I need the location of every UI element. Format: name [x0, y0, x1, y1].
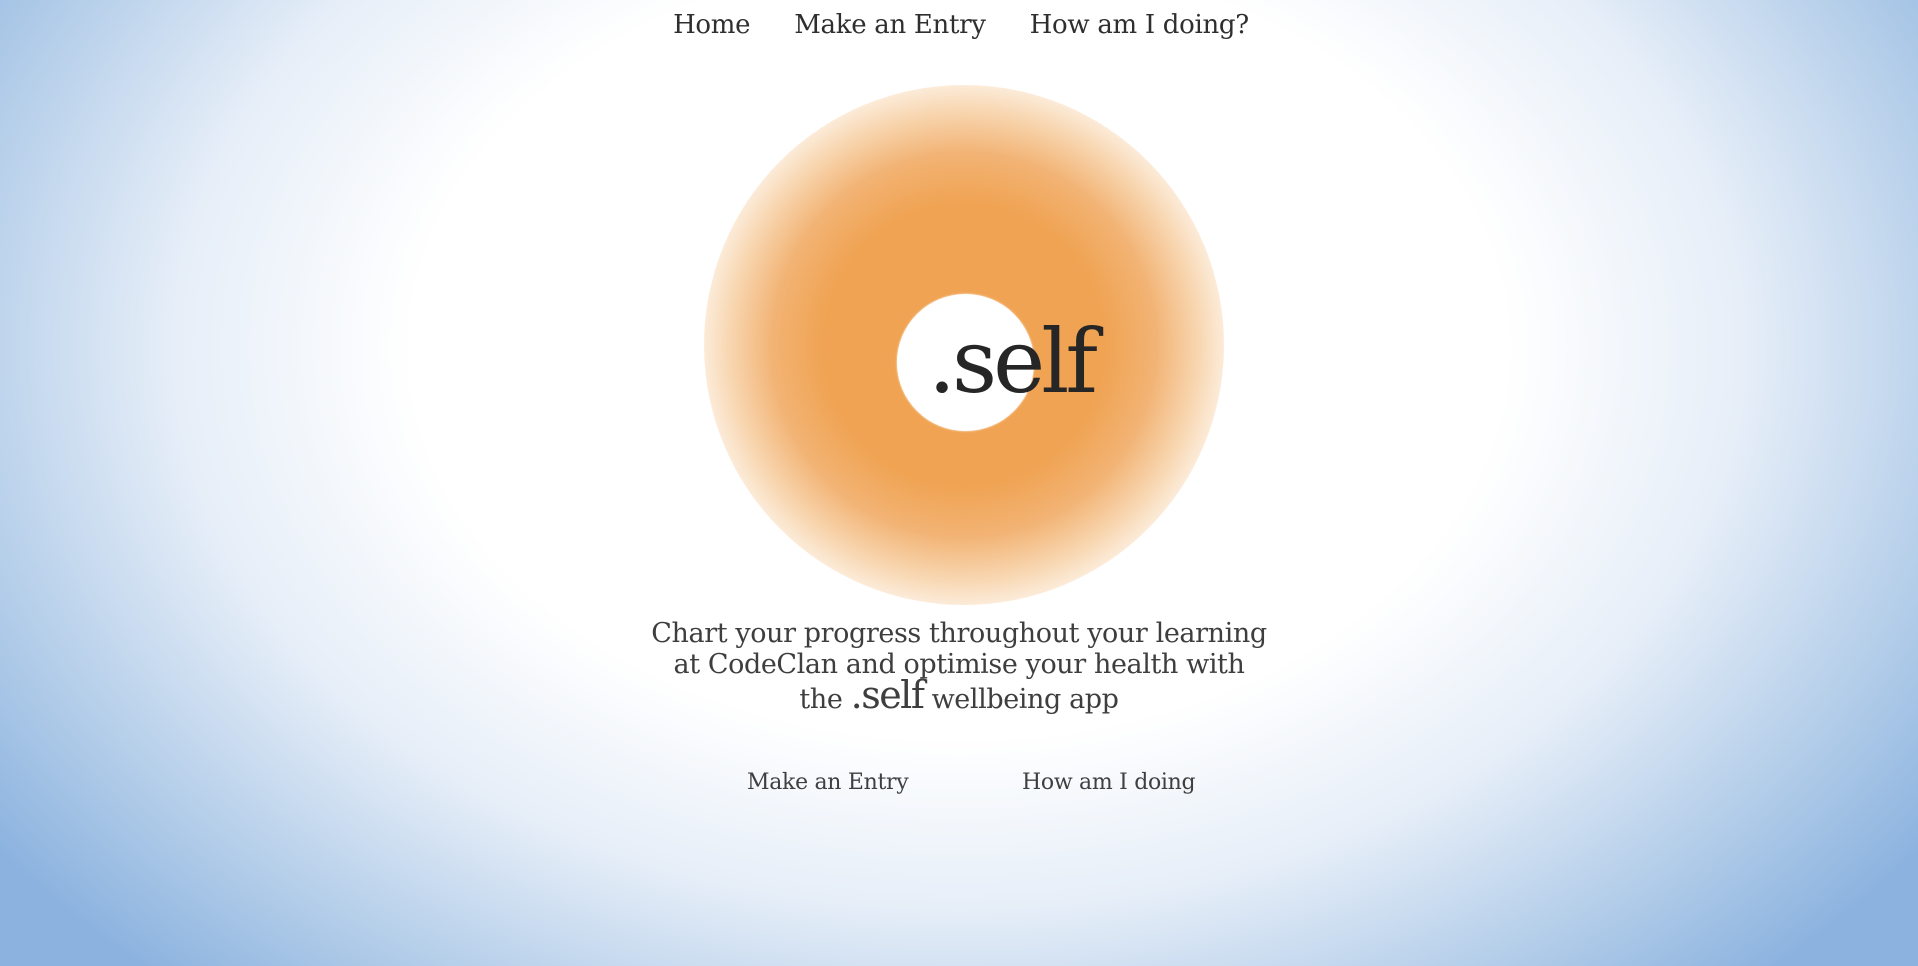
nav-how-doing-link[interactable]: How am I doing? — [1030, 10, 1250, 40]
app-logo: .self — [928, 310, 1098, 413]
tagline-post: wellbeing app — [923, 684, 1119, 715]
tagline-line-3: the .self wellbeing app — [609, 676, 1309, 715]
tagline-line-2: at CodeClan and optimise your health wit… — [673, 649, 1245, 680]
make-entry-button[interactable]: Make an Entry — [747, 770, 909, 795]
tagline-line-1: Chart your progress throughout your lear… — [651, 618, 1267, 649]
tagline: Chart your progress throughout your lear… — [609, 618, 1309, 715]
top-nav: Home Make an Entry How am I doing? — [0, 10, 1918, 40]
how-doing-button[interactable]: How am I doing — [1022, 770, 1196, 795]
tagline-pre: the — [799, 684, 851, 715]
nav-make-entry-link[interactable]: Make an Entry — [794, 10, 986, 40]
nav-home-link[interactable]: Home — [673, 10, 750, 40]
tagline-brand: .self — [850, 673, 925, 717]
